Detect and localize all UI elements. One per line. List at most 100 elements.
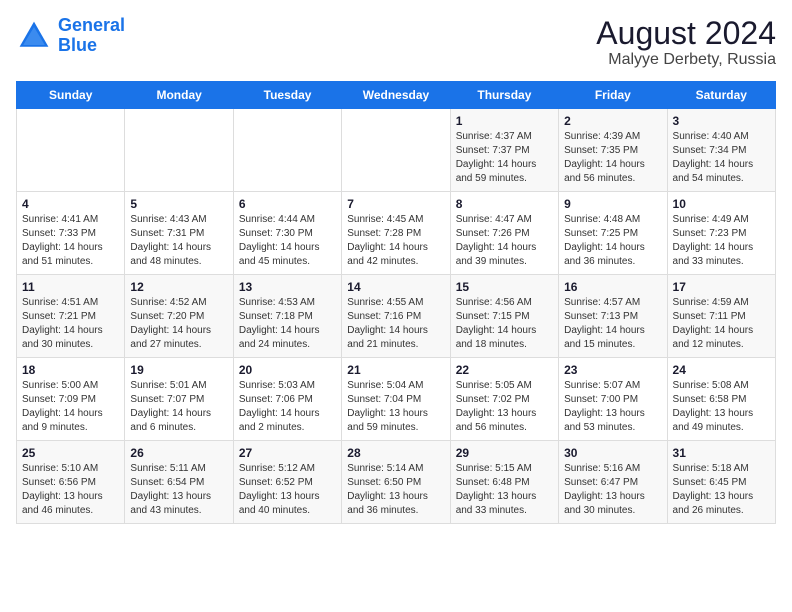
day-number: 5 (130, 197, 227, 211)
day-info: Sunrise: 4:57 AM Sunset: 7:13 PM Dayligh… (564, 296, 661, 352)
day-cell: 3 Sunrise: 4:40 AM Sunset: 7:34 PM Daylig… (667, 109, 775, 192)
week-row-4: 18 Sunrise: 5:00 AM Sunset: 7:09 PM Dayli… (17, 358, 776, 441)
day-cell: 23 Sunrise: 5:07 AM Sunset: 7:00 PM Dayli… (559, 358, 667, 441)
day-cell: 9 Sunrise: 4:48 AM Sunset: 7:25 PM Daylig… (559, 192, 667, 275)
day-cell: 24 Sunrise: 5:08 AM Sunset: 6:58 PM Dayli… (667, 358, 775, 441)
day-info: Sunrise: 4:49 AM Sunset: 7:23 PM Dayligh… (673, 213, 770, 269)
day-cell: 15Sunrise: 4:56 AM Sunset: 7:15 PM Dayli… (450, 275, 558, 358)
day-cell: 16Sunrise: 4:57 AM Sunset: 7:13 PM Dayli… (559, 275, 667, 358)
day-cell: 10 Sunrise: 4:49 AM Sunset: 7:23 PM Dayli… (667, 192, 775, 275)
header-cell-saturday: Saturday (667, 82, 775, 109)
week-row-2: 4Sunrise: 4:41 AM Sunset: 7:33 PM Daylig… (17, 192, 776, 275)
header-cell-tuesday: Tuesday (233, 82, 341, 109)
day-number: 18 (22, 363, 119, 377)
week-row-1: 1Sunrise: 4:37 AM Sunset: 7:37 PM Daylig… (17, 109, 776, 192)
week-row-3: 11 Sunrise: 4:51 AM Sunset: 7:21 PM Dayli… (17, 275, 776, 358)
day-cell: 27Sunrise: 5:12 AM Sunset: 6:52 PM Dayli… (233, 441, 341, 524)
day-number: 10 (673, 197, 770, 211)
day-info: Sunrise: 4:51 AM Sunset: 7:21 PM Dayligh… (22, 296, 119, 352)
day-cell: 30Sunrise: 5:16 AM Sunset: 6:47 PM Dayli… (559, 441, 667, 524)
logo: General Blue (16, 16, 125, 56)
day-cell: 19 Sunrise: 5:01 AM Sunset: 7:07 PM Dayli… (125, 358, 233, 441)
header-cell-sunday: Sunday (17, 82, 125, 109)
day-info: Sunrise: 4:52 AM Sunset: 7:20 PM Dayligh… (130, 296, 227, 352)
day-number: 29 (456, 446, 553, 460)
day-number: 9 (564, 197, 661, 211)
month-year: August 2024 (596, 16, 776, 51)
day-number: 25 (22, 446, 119, 460)
day-info: Sunrise: 5:12 AM Sunset: 6:52 PM Dayligh… (239, 462, 336, 518)
day-cell: 13 Sunrise: 4:53 AM Sunset: 7:18 PM Dayli… (233, 275, 341, 358)
day-info: Sunrise: 5:10 AM Sunset: 6:56 PM Dayligh… (22, 462, 119, 518)
day-cell: 20Sunrise: 5:03 AM Sunset: 7:06 PM Dayli… (233, 358, 341, 441)
day-cell (125, 109, 233, 192)
day-number: 8 (456, 197, 553, 211)
day-cell (342, 109, 450, 192)
day-info: Sunrise: 5:18 AM Sunset: 6:45 PM Dayligh… (673, 462, 770, 518)
day-cell: 21 Sunrise: 5:04 AM Sunset: 7:04 PM Dayli… (342, 358, 450, 441)
day-number: 13 (239, 280, 336, 294)
day-cell: 4Sunrise: 4:41 AM Sunset: 7:33 PM Daylig… (17, 192, 125, 275)
day-cell: 6Sunrise: 4:44 AM Sunset: 7:30 PM Daylig… (233, 192, 341, 275)
day-info: Sunrise: 5:11 AM Sunset: 6:54 PM Dayligh… (130, 462, 227, 518)
day-info: Sunrise: 5:15 AM Sunset: 6:48 PM Dayligh… (456, 462, 553, 518)
title-block: August 2024 Malyye Derbety, Russia (596, 16, 776, 69)
header-row: SundayMondayTuesdayWednesdayThursdayFrid… (17, 82, 776, 109)
day-number: 14 (347, 280, 444, 294)
day-info: Sunrise: 4:39 AM Sunset: 7:35 PM Dayligh… (564, 130, 661, 186)
day-cell: 8 Sunrise: 4:47 AM Sunset: 7:26 PM Daylig… (450, 192, 558, 275)
logo-text: General Blue (58, 16, 125, 56)
day-cell: 31 Sunrise: 5:18 AM Sunset: 6:45 PM Dayli… (667, 441, 775, 524)
day-number: 11 (22, 280, 119, 294)
day-info: Sunrise: 4:56 AM Sunset: 7:15 PM Dayligh… (456, 296, 553, 352)
header-cell-monday: Monday (125, 82, 233, 109)
day-cell: 29 Sunrise: 5:15 AM Sunset: 6:48 PM Dayli… (450, 441, 558, 524)
calendar-table: SundayMondayTuesdayWednesdayThursdayFrid… (16, 81, 776, 524)
week-row-5: 25 Sunrise: 5:10 AM Sunset: 6:56 PM Dayli… (17, 441, 776, 524)
day-number: 22 (456, 363, 553, 377)
day-cell: 5 Sunrise: 4:43 AM Sunset: 7:31 PM Daylig… (125, 192, 233, 275)
day-info: Sunrise: 5:14 AM Sunset: 6:50 PM Dayligh… (347, 462, 444, 518)
day-info: Sunrise: 5:03 AM Sunset: 7:06 PM Dayligh… (239, 379, 336, 435)
day-cell: 2 Sunrise: 4:39 AM Sunset: 7:35 PM Daylig… (559, 109, 667, 192)
day-info: Sunrise: 5:07 AM Sunset: 7:00 PM Dayligh… (564, 379, 661, 435)
day-number: 2 (564, 114, 661, 128)
day-cell: 1Sunrise: 4:37 AM Sunset: 7:37 PM Daylig… (450, 109, 558, 192)
day-info: Sunrise: 4:40 AM Sunset: 7:34 PM Dayligh… (673, 130, 770, 186)
day-info: Sunrise: 4:47 AM Sunset: 7:26 PM Dayligh… (456, 213, 553, 269)
day-cell: 26 Sunrise: 5:11 AM Sunset: 6:54 PM Dayli… (125, 441, 233, 524)
day-cell: 28 Sunrise: 5:14 AM Sunset: 6:50 PM Dayli… (342, 441, 450, 524)
day-number: 31 (673, 446, 770, 460)
day-info: Sunrise: 5:08 AM Sunset: 6:58 PM Dayligh… (673, 379, 770, 435)
day-cell: 14Sunrise: 4:55 AM Sunset: 7:16 PM Dayli… (342, 275, 450, 358)
location: Malyye Derbety, Russia (596, 51, 776, 69)
day-number: 3 (673, 114, 770, 128)
day-number: 6 (239, 197, 336, 211)
day-number: 17 (673, 280, 770, 294)
day-number: 24 (673, 363, 770, 377)
logo-line2: Blue (58, 35, 97, 55)
day-info: Sunrise: 5:04 AM Sunset: 7:04 PM Dayligh… (347, 379, 444, 435)
day-info: Sunrise: 4:37 AM Sunset: 7:37 PM Dayligh… (456, 130, 553, 186)
day-number: 21 (347, 363, 444, 377)
day-number: 23 (564, 363, 661, 377)
logo-line1: General (58, 15, 125, 35)
day-cell (233, 109, 341, 192)
day-number: 19 (130, 363, 227, 377)
day-cell: 11 Sunrise: 4:51 AM Sunset: 7:21 PM Dayli… (17, 275, 125, 358)
day-info: Sunrise: 4:48 AM Sunset: 7:25 PM Dayligh… (564, 213, 661, 269)
day-number: 28 (347, 446, 444, 460)
header-cell-wednesday: Wednesday (342, 82, 450, 109)
day-cell: 25 Sunrise: 5:10 AM Sunset: 6:56 PM Dayli… (17, 441, 125, 524)
day-cell (17, 109, 125, 192)
day-number: 4 (22, 197, 119, 211)
page-header: General Blue August 2024 Malyye Derbety,… (16, 16, 776, 69)
day-info: Sunrise: 5:00 AM Sunset: 7:09 PM Dayligh… (22, 379, 119, 435)
day-cell: 12Sunrise: 4:52 AM Sunset: 7:20 PM Dayli… (125, 275, 233, 358)
day-number: 26 (130, 446, 227, 460)
day-info: Sunrise: 4:43 AM Sunset: 7:31 PM Dayligh… (130, 213, 227, 269)
day-info: Sunrise: 5:01 AM Sunset: 7:07 PM Dayligh… (130, 379, 227, 435)
day-info: Sunrise: 4:53 AM Sunset: 7:18 PM Dayligh… (239, 296, 336, 352)
day-number: 7 (347, 197, 444, 211)
calendar-body: 1Sunrise: 4:37 AM Sunset: 7:37 PM Daylig… (17, 109, 776, 524)
